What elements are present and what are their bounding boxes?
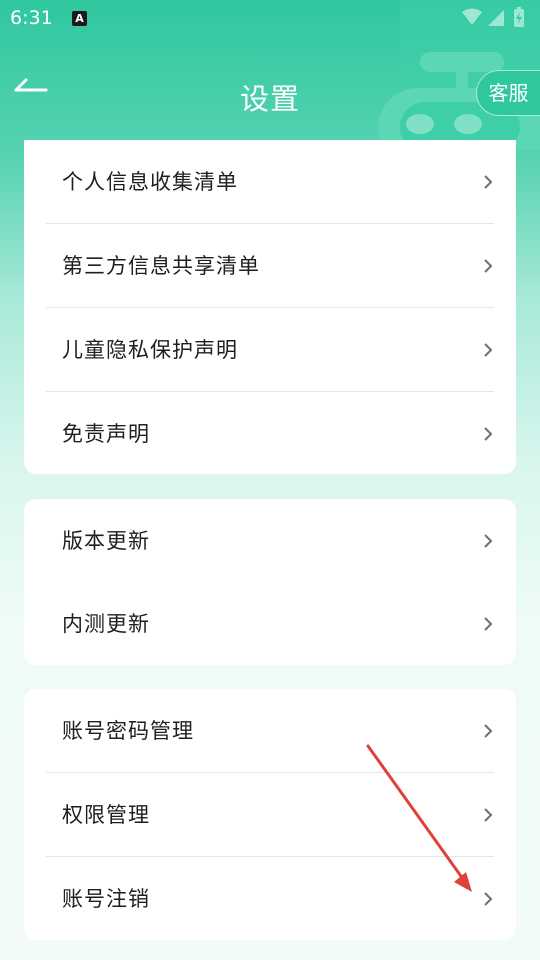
annotation-arrow-icon: [366, 744, 472, 892]
chevron-right-icon: [484, 724, 493, 738]
list-item[interactable]: 第三方信息共享清单: [46, 224, 494, 308]
chevron-right-icon: [484, 808, 493, 822]
a-letter-icon: A: [72, 11, 87, 26]
list-item[interactable]: 免责声明: [46, 392, 494, 476]
chevron-right-icon: [484, 892, 493, 906]
chevron-right-icon: [484, 259, 493, 273]
support-button[interactable]: 客服: [476, 70, 540, 116]
list-item-label: 内测更新: [62, 612, 150, 636]
list-item-label: 版本更新: [62, 529, 150, 553]
chevron-right-icon: [484, 534, 493, 548]
chevron-right-icon: [484, 427, 493, 441]
list-item[interactable]: 版本更新: [46, 499, 494, 583]
chevron-right-icon: [484, 617, 493, 631]
list-item[interactable]: 内测更新: [46, 582, 494, 666]
list-item-label: 账号密码管理: [62, 719, 194, 743]
list-item-label: 个人信息收集清单: [62, 170, 238, 194]
list-item[interactable]: 个人信息收集清单: [46, 140, 494, 224]
page-title: 设置: [239, 82, 300, 116]
status-time: 6:31: [10, 7, 53, 29]
app-header: 设置 客服: [0, 58, 540, 128]
list-item-label: 免责声明: [62, 422, 150, 446]
chevron-right-icon: [484, 343, 493, 357]
list-item-label: 儿童隐私保护声明: [62, 338, 238, 362]
settings-card-privacy: 个人信息收集清单 第三方信息共享清单 儿童隐私保护声明 免责声明: [24, 140, 516, 474]
list-item-label: 账号注销: [62, 887, 150, 911]
settings-card-updates: 版本更新 内测更新: [24, 499, 516, 665]
list-item-label: 第三方信息共享清单: [62, 254, 260, 278]
list-item[interactable]: 儿童隐私保护声明: [46, 308, 494, 392]
chevron-right-icon: [484, 175, 493, 189]
list-item-label: 权限管理: [62, 803, 150, 827]
